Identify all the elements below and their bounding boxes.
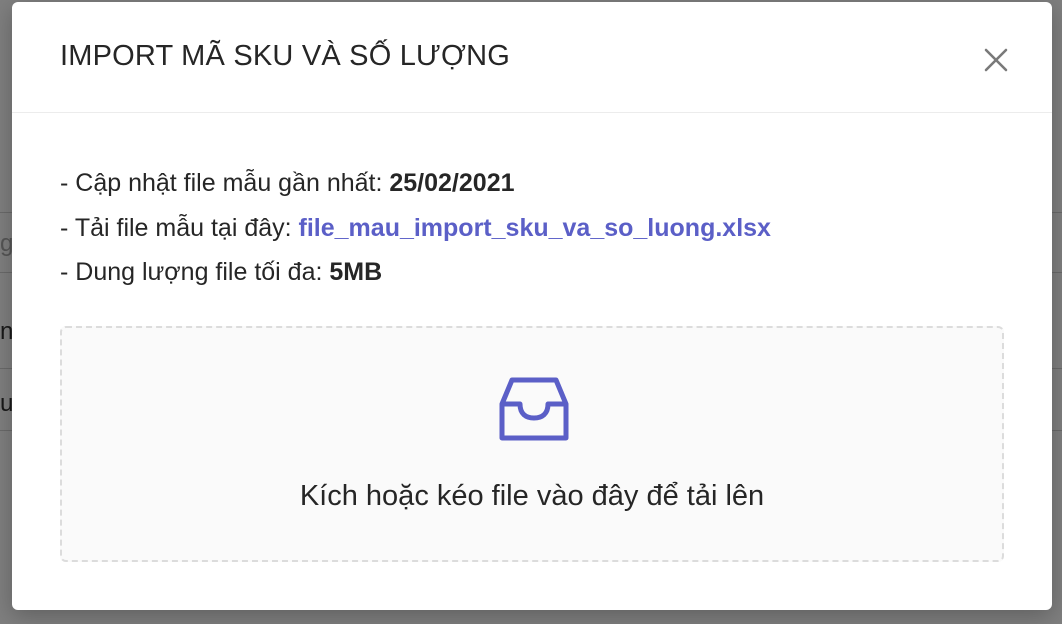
template-download-label: - Tải file mẫu tại đây: — [60, 214, 299, 242]
template-download-link[interactable]: file_mau_import_sku_va_so_luong.xlsx — [299, 214, 771, 242]
close-icon — [984, 48, 1008, 72]
max-size-line: - Dung lượng file tối đa: 5MB — [60, 258, 382, 287]
import-sku-dialog: IMPORT MÃ SKU VÀ SỐ LƯỢNG - Cập nhật fil… — [12, 2, 1052, 610]
template-updated-line: - Cập nhật file mẫu gần nhất: 25/02/2021 — [60, 169, 515, 198]
dialog-header: IMPORT MÃ SKU VÀ SỐ LƯỢNG — [12, 2, 1052, 113]
file-upload-dropzone[interactable]: Kích hoặc kéo file vào đây để tải lên — [60, 326, 1004, 562]
max-size-value: 5MB — [329, 258, 383, 286]
template-updated-label: - Cập nhật file mẫu gần nhất: — [60, 169, 390, 197]
close-button[interactable] — [978, 42, 1014, 78]
inbox-icon — [496, 372, 572, 453]
template-updated-date: 25/02/2021 — [389, 169, 515, 197]
template-download-line: - Tải file mẫu tại đây: file_mau_import_… — [60, 214, 771, 243]
max-size-label: - Dung lượng file tối đa: — [60, 258, 330, 286]
dropzone-text: Kích hoặc kéo file vào đây để tải lên — [299, 480, 765, 512]
dialog-title: IMPORT MÃ SKU VÀ SỐ LƯỢNG — [60, 40, 510, 72]
